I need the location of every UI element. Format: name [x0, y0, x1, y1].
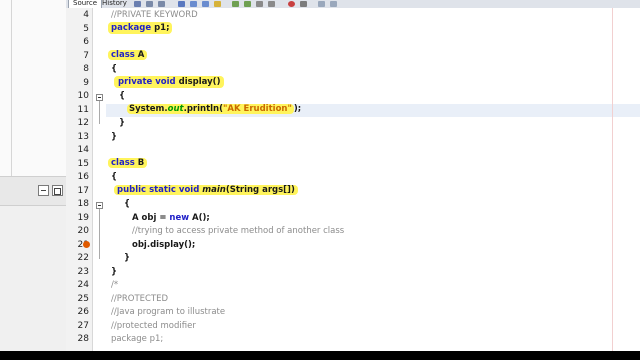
code-line[interactable]: System.out.println("AK Erudition"); [127, 104, 301, 114]
toggle-highlight-icon[interactable] [214, 1, 221, 7]
line-number: 9 [83, 78, 89, 88]
line-number: 20 [77, 226, 89, 236]
code-line[interactable]: { [124, 199, 130, 209]
prev-bookmark-icon[interactable] [232, 1, 239, 7]
code-line[interactable]: /* [111, 280, 118, 290]
video-letterbox [0, 351, 640, 360]
warning-icon[interactable] [83, 241, 90, 248]
right-margin-guide [612, 8, 613, 351]
code-line[interactable]: //PROTECTED [111, 294, 168, 304]
code-line[interactable]: } [111, 132, 117, 142]
search-icon[interactable] [178, 1, 185, 7]
forward-icon[interactable] [158, 1, 165, 7]
line-number: 18 [77, 199, 89, 209]
fold-guide [99, 209, 100, 259]
code-line[interactable]: } [111, 267, 117, 277]
comment-icon[interactable] [318, 1, 325, 7]
code-line[interactable]: public static void main(String args[]) [114, 185, 298, 195]
code-line[interactable]: //trying to access private method of ano… [132, 226, 344, 236]
line-number: 8 [83, 64, 89, 74]
code-line[interactable]: { [119, 91, 125, 101]
code-line[interactable]: //Java program to illustrate [111, 307, 225, 317]
uncomment-icon[interactable] [330, 1, 337, 7]
navigator-header [0, 176, 66, 206]
line-number: 6 [83, 37, 89, 47]
minimize-icon[interactable] [38, 185, 49, 196]
line-number: 25 [77, 294, 89, 304]
fold-guide [99, 101, 100, 124]
code-line[interactable]: { [111, 64, 117, 74]
fold-toggle-icon[interactable] [96, 94, 103, 101]
code-editor[interactable] [93, 8, 640, 351]
record-macro-icon[interactable] [288, 1, 295, 7]
code-line[interactable]: { [111, 172, 117, 182]
code-line[interactable]: } [124, 253, 130, 263]
find-prev-icon[interactable] [190, 1, 197, 7]
code-line[interactable]: class B [108, 158, 148, 168]
fold-toggle-icon[interactable] [96, 202, 103, 209]
line-number: 14 [77, 145, 89, 155]
line-number: 11 [77, 105, 89, 115]
line-number: 22 [77, 253, 89, 263]
maximize-icon[interactable] [52, 185, 63, 196]
line-number: 7 [83, 51, 89, 61]
line-number: 15 [77, 159, 89, 169]
panel-divider [11, 0, 12, 176]
code-line[interactable]: } [119, 118, 125, 128]
line-number: 24 [77, 280, 89, 290]
projects-panel [0, 0, 67, 351]
code-line[interactable]: //PRIVATE KEYWORD [111, 10, 198, 20]
shift-left-icon[interactable] [256, 1, 263, 7]
line-number: 28 [77, 334, 89, 344]
next-bookmark-icon[interactable] [244, 1, 251, 7]
stop-macro-icon[interactable] [300, 1, 307, 7]
line-number: 10 [77, 91, 89, 101]
line-number: 23 [77, 267, 89, 277]
line-number: 12 [77, 118, 89, 128]
line-number: 13 [77, 132, 89, 142]
code-line[interactable]: package p1; [111, 334, 163, 344]
line-number: 27 [77, 321, 89, 331]
line-number: 17 [77, 186, 89, 196]
shift-right-icon[interactable] [268, 1, 275, 7]
projects-tree-area [0, 0, 66, 176]
back-icon[interactable] [146, 1, 153, 7]
code-line[interactable]: package p1; [108, 22, 173, 34]
save-icon[interactable] [134, 1, 141, 7]
line-number: 26 [77, 307, 89, 317]
code-line[interactable]: obj.display(); [132, 240, 195, 250]
tab-history[interactable]: History [98, 0, 131, 8]
line-number: 5 [83, 24, 89, 34]
line-number: 16 [77, 172, 89, 182]
line-number: 19 [77, 213, 89, 223]
code-line[interactable]: //protected modifier [111, 321, 196, 331]
code-line[interactable]: A obj = new A(); [132, 213, 210, 223]
line-number: 4 [83, 10, 89, 20]
code-line[interactable]: private void display() [114, 76, 225, 88]
find-next-icon[interactable] [202, 1, 209, 7]
code-line[interactable]: class A [108, 50, 148, 60]
